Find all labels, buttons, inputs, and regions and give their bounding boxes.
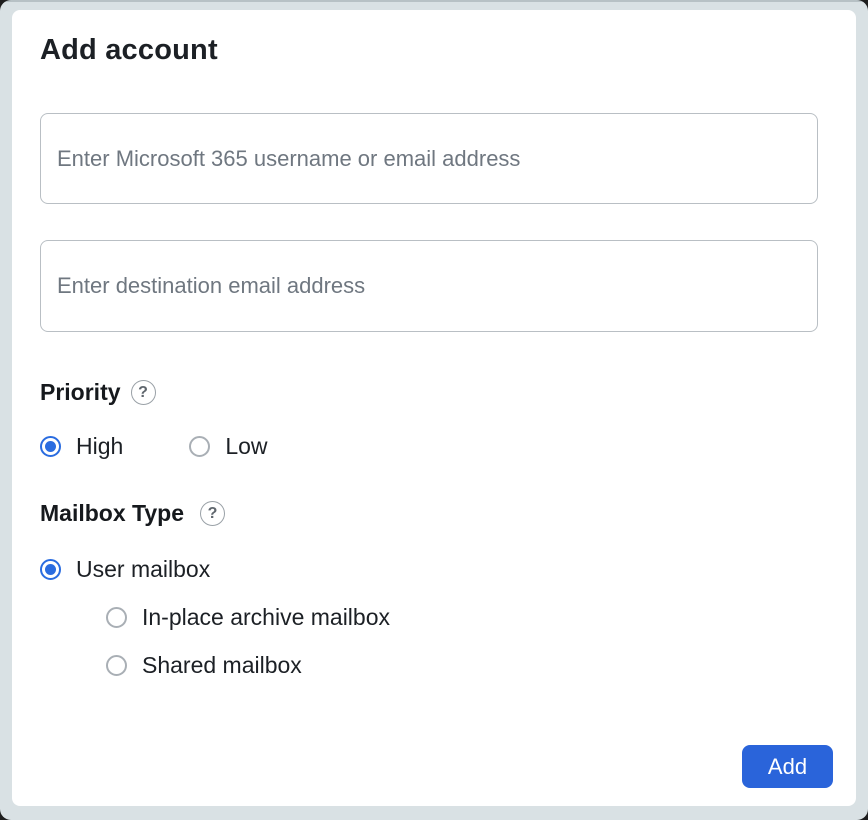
- mailbox-type-help-icon[interactable]: ?: [200, 501, 225, 526]
- radio-button-icon[interactable]: [189, 436, 210, 457]
- add-button[interactable]: Add: [742, 745, 833, 788]
- priority-section-header: Priority ?: [40, 379, 156, 406]
- radio-label: User mailbox: [76, 556, 210, 583]
- destination-email-input[interactable]: [40, 240, 818, 332]
- radio-label: Shared mailbox: [142, 652, 302, 679]
- radio-label: Low: [225, 433, 267, 460]
- radio-button-icon[interactable]: [40, 436, 61, 457]
- radio-priority-low[interactable]: Low: [189, 433, 267, 460]
- radio-button-icon[interactable]: [106, 655, 127, 676]
- radio-label: High: [76, 433, 123, 460]
- radio-button-icon[interactable]: [106, 607, 127, 628]
- priority-radio-group: High Low: [40, 433, 268, 460]
- radio-shared-mailbox[interactable]: Shared mailbox: [106, 652, 302, 679]
- mailbox-type-section-header: Mailbox Type ?: [40, 500, 225, 527]
- radio-label: In-place archive mailbox: [142, 604, 390, 631]
- radio-user-mailbox[interactable]: User mailbox: [40, 556, 210, 583]
- priority-label: Priority: [40, 379, 121, 406]
- radio-priority-high[interactable]: High: [40, 433, 123, 460]
- window-frame: Add account Priority ? High Low Mailbox …: [0, 0, 868, 820]
- radio-inplace-archive-mailbox[interactable]: In-place archive mailbox: [106, 604, 390, 631]
- radio-button-icon[interactable]: [40, 559, 61, 580]
- dialog-title: Add account: [40, 34, 218, 67]
- priority-help-icon[interactable]: ?: [131, 380, 156, 405]
- add-account-dialog: Add account Priority ? High Low Mailbox …: [12, 10, 856, 806]
- source-email-input[interactable]: [40, 113, 818, 204]
- mailbox-type-label: Mailbox Type: [40, 500, 184, 527]
